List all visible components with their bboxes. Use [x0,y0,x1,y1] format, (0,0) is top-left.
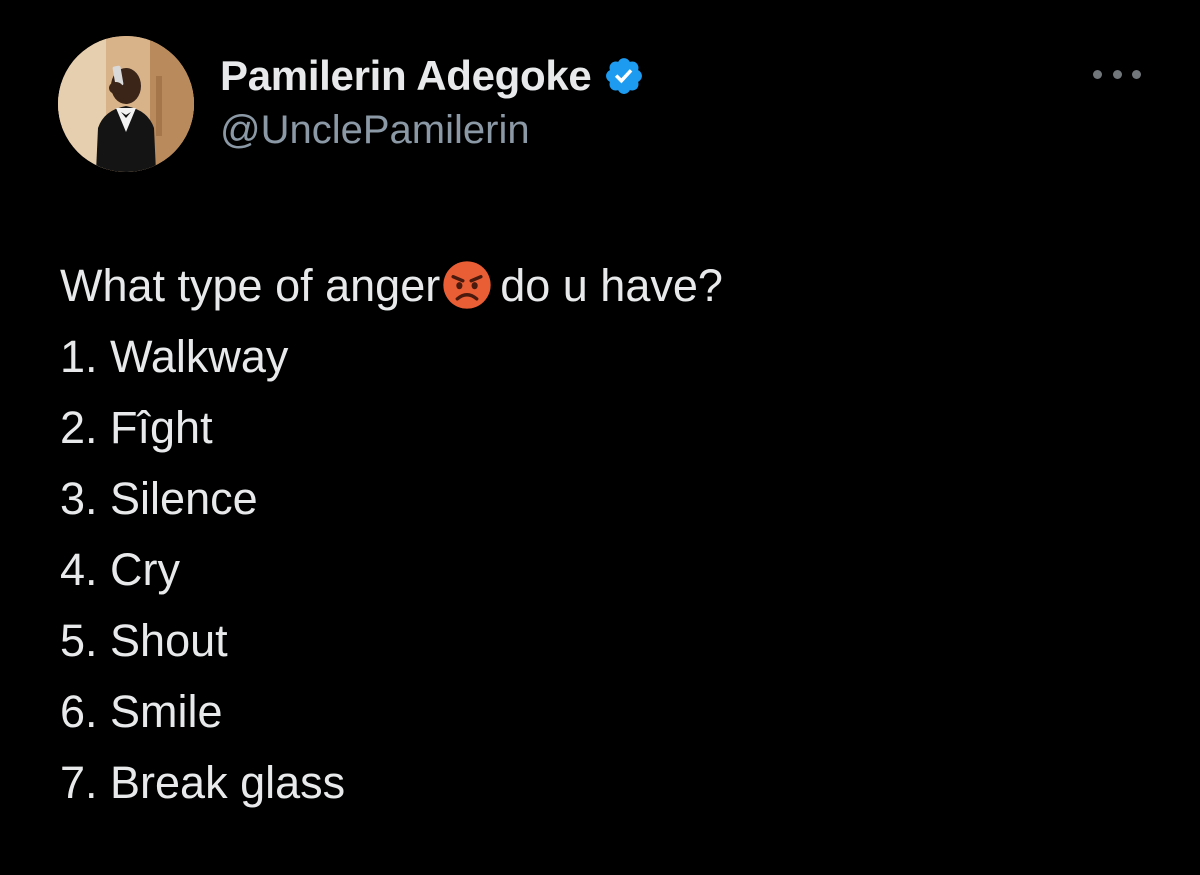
list-item: 6. Smile [60,686,223,737]
author-name-row: Pamilerin Adegoke [220,50,645,102]
author-handle[interactable]: @UnclePamilerin [220,108,530,153]
tweet-card: Pamilerin Adegoke @UnclePamilerin What t… [0,0,1200,875]
list-item: 4. Cry [60,544,181,595]
tweet-question-start: What type of anger [60,260,441,311]
tweet-text: What type of anger do u have? 1. Walkway… [60,250,723,818]
more-options-button[interactable] [1093,62,1141,86]
list-item: 2. Fîght [60,402,213,453]
list-item: 5. Shout [60,615,228,666]
angry-face-icon [443,261,491,309]
more-horizontal-icon [1093,69,1102,79]
avatar-photo [58,36,194,172]
list-item: 7. Break glass [60,757,346,808]
more-horizontal-icon-dot-3 [1132,69,1141,79]
verified-badge-icon [606,58,643,94]
avatar[interactable] [58,36,194,172]
more-horizontal-icon-dot-2 [1112,69,1122,79]
tweet-question-line: What type of anger do u have? [60,250,723,321]
list-item: 3. Silence [60,473,258,524]
tweet-question-end: do u have? [500,260,723,311]
author-display-name[interactable]: Pamilerin Adegoke [220,52,592,100]
list-item: 1. Walkway [60,331,289,382]
